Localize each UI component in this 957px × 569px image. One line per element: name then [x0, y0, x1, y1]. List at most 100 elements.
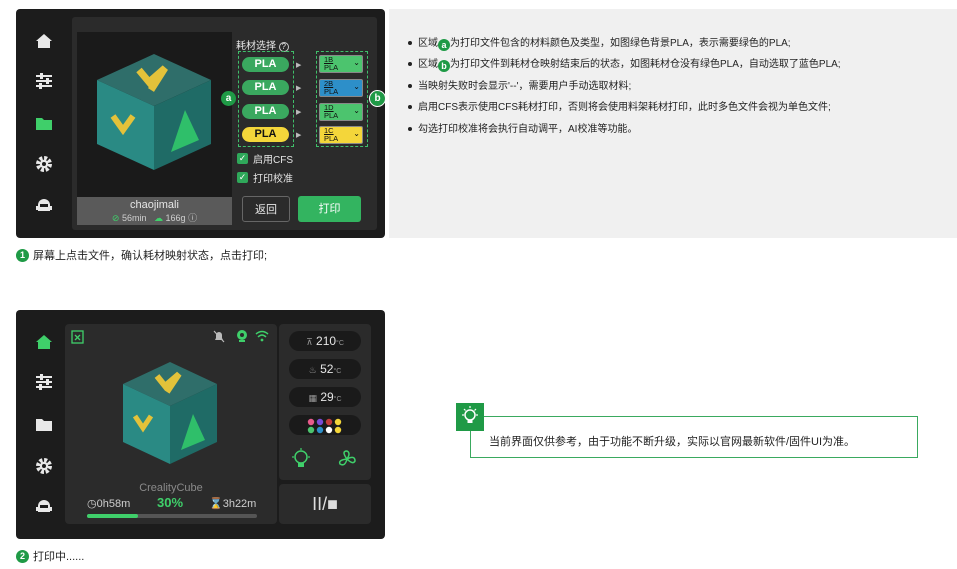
- nozzle-temp-button[interactable]: ⊼ 210°C: [289, 331, 361, 351]
- print-button[interactable]: 打印: [298, 196, 361, 222]
- cube-model-image: [97, 54, 211, 170]
- filament-color-dot: [334, 426, 342, 434]
- settings-sliders-icon[interactable]: [34, 372, 54, 392]
- note-text: 勾选打印校准将会执行自动调平，AI校准等功能。: [418, 124, 638, 135]
- gear-icon[interactable]: [34, 456, 54, 476]
- robot-icon[interactable]: [34, 496, 54, 516]
- bed-temp-value: 52: [320, 362, 334, 376]
- home-icon[interactable]: [34, 332, 54, 352]
- chevron-down-icon: ⌄: [353, 106, 360, 115]
- elapsed-time: ◷0h58m: [87, 497, 130, 510]
- sidebar: [16, 310, 72, 539]
- clock-icon: ◷: [87, 498, 97, 510]
- step-1-caption: 1 屏幕上点击文件，确认耗材映射状态，点击打印;: [16, 247, 267, 263]
- calibration-label: 打印校准: [253, 174, 293, 185]
- region-a-badge: a: [221, 91, 236, 106]
- note-text: 为打印文件到耗材仓映射结束后的状态，如图耗材仓没有绿色PLA，自动选取了蓝色PL…: [450, 59, 841, 70]
- step-text: 屏幕上点击文件，确认耗材映射状态，点击打印;: [33, 250, 268, 262]
- bed-temp-button[interactable]: ♨ 52°C: [289, 359, 361, 379]
- note-item: 启用CFS表示使用CFS耗材打印，否则将会使用料架耗材打印，此时多色文件会视为单…: [408, 101, 831, 115]
- filament-color-dot: [316, 418, 324, 426]
- map-arrow-icon: ▶: [296, 62, 302, 69]
- cube-model-image: [123, 362, 217, 464]
- note-badge: b: [438, 60, 450, 72]
- slot-select-1[interactable]: 1B PLA ⌄: [319, 55, 363, 73]
- chamber-temp-button[interactable]: ▦ 29°C: [289, 387, 361, 407]
- bed-icon: ♨: [308, 365, 317, 375]
- folder-icon[interactable]: [34, 414, 54, 434]
- lightbulb-icon: [456, 403, 484, 431]
- model-thumbnail: chaojimali ⊘ 56min ☁ 166g ⓘ: [77, 32, 232, 225]
- camera-icon[interactable]: [236, 329, 248, 348]
- bullet: [408, 62, 412, 67]
- filament-color-dot: [334, 418, 342, 426]
- model-weight: 166g: [165, 213, 186, 223]
- remaining-time: ⌛3h22m: [209, 497, 256, 510]
- bullet: [408, 127, 412, 132]
- enable-cfs-label: 启用CFS: [253, 155, 293, 166]
- hourglass-icon: ⌛: [209, 498, 223, 510]
- map-arrow-icon: ▶: [296, 85, 302, 92]
- file-material-4: PLA: [242, 127, 289, 142]
- remaining-value: 3h22m: [222, 498, 257, 510]
- cancel-file-icon[interactable]: [71, 330, 85, 349]
- check-icon: ✓: [237, 153, 248, 164]
- back-button[interactable]: 返回: [242, 196, 290, 222]
- progress-percent: 30%: [157, 495, 184, 510]
- filament-color-dots: [307, 418, 342, 434]
- calibration-checkbox[interactable]: ✓ 打印校准: [237, 170, 293, 185]
- pause-stop-button[interactable]: II/■: [279, 484, 371, 524]
- printer-screen-printing: CrealityCube ◷0h58m 30% ⌛3h22m ⊼ 210°C ♨…: [16, 310, 385, 539]
- wifi-icon[interactable]: [255, 329, 269, 347]
- slot-select-2[interactable]: 2B PLA ⌄: [319, 79, 363, 97]
- settings-sliders-icon[interactable]: [34, 71, 54, 91]
- status-panel: ⊼ 210°C ♨ 52°C ▦ 29°C: [279, 324, 371, 480]
- note-prefix: 区域: [418, 59, 438, 70]
- note-badge: a: [438, 39, 450, 51]
- note-text: 为打印文件包含的材料颜色及类型，如图绿色背景PLA，表示需要绿色的PLA;: [450, 38, 791, 49]
- filament-color-dot: [307, 418, 315, 426]
- light-bulb-icon[interactable]: [291, 448, 311, 475]
- filament-colors-button[interactable]: [289, 415, 361, 435]
- note-text: 启用CFS表示使用CFS耗材打印，否则将会使用料架耗材打印，此时多色文件会视为单…: [418, 102, 831, 113]
- gear-icon[interactable]: [34, 154, 54, 174]
- step-number: 2: [16, 549, 29, 563]
- sidebar: [16, 9, 72, 238]
- model-meta: ⊘ 56min ☁ 166g ⓘ: [77, 212, 232, 224]
- note-item: 勾选打印校准将会执行自动调平，AI校准等功能。: [408, 123, 637, 137]
- slot-select-4[interactable]: 1C PLA ⌄: [319, 126, 363, 144]
- file-material-2: PLA: [242, 80, 289, 95]
- map-arrow-icon: ▶: [296, 109, 302, 116]
- fan-icon[interactable]: [337, 449, 357, 474]
- home-icon[interactable]: [34, 31, 54, 51]
- notes-panel: 区域 a 为打印文件包含的材料颜色及类型，如图绿色背景PLA，表示需要绿色的PLA;…: [389, 9, 957, 238]
- robot-icon[interactable]: [34, 195, 54, 215]
- check-icon: ✓: [237, 172, 248, 183]
- filament-color-dot: [316, 426, 324, 434]
- chevron-down-icon: ⌄: [353, 129, 360, 138]
- slot-select-3[interactable]: 1D PLA ⌄: [319, 103, 363, 121]
- info-notice: 当前界面仅供参考，由于功能不断升级，实际以官网最新软件/固件UI为准。: [470, 416, 918, 458]
- model-name: CrealityCube: [139, 482, 203, 494]
- info-icon[interactable]: ⓘ: [188, 213, 197, 223]
- step-2-caption: 2 打印中......: [16, 548, 84, 564]
- note-item: 区域 b 为打印文件到耗材仓映射结束后的状态，如图耗材仓没有绿色PLA，自动选取了蓝…: [408, 58, 841, 72]
- printing-panel: CrealityCube ◷0h58m 30% ⌛3h22m: [65, 324, 277, 524]
- model-name: chaojimali: [130, 199, 179, 211]
- enable-cfs-checkbox[interactable]: ✓ 启用CFS: [237, 151, 293, 166]
- temp-unit: °C: [336, 340, 344, 347]
- chevron-down-icon: ⌄: [353, 82, 360, 91]
- note-item: 区域 a 为打印文件包含的材料颜色及类型，如图绿色背景PLA，表示需要绿色的PLA;: [408, 37, 791, 51]
- clock-icon: ⊘: [111, 213, 120, 223]
- progress-fill: [87, 514, 138, 518]
- step-text: 打印中......: [33, 551, 85, 563]
- folder-icon[interactable]: [34, 113, 54, 133]
- temp-unit: °C: [333, 396, 342, 403]
- temp-unit: °C: [333, 368, 342, 375]
- bell-off-icon[interactable]: [213, 330, 225, 348]
- map-arrow-icon: ▶: [296, 132, 302, 139]
- printer-screen-file-confirm: chaojimali ⊘ 56min ☁ 166g ⓘ 耗材选择 ? PLA P…: [16, 9, 386, 238]
- chamber-icon: ▦: [308, 393, 317, 403]
- chamber-temp-value: 29: [320, 390, 334, 404]
- material-section-title: 耗材选择 ?: [236, 37, 289, 52]
